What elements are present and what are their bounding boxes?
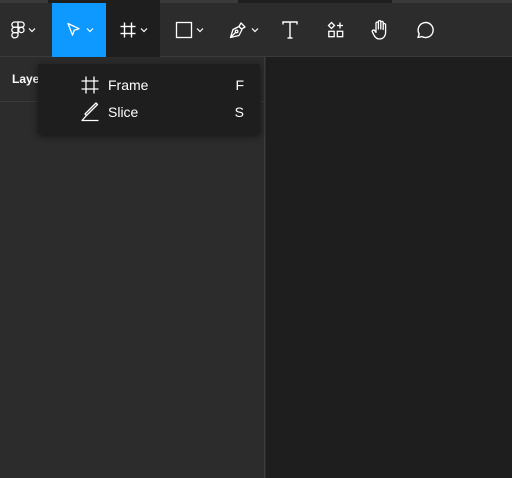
comment-bubble-icon bbox=[417, 21, 434, 39]
resources-icon bbox=[327, 21, 344, 38]
comment-tool-button[interactable] bbox=[404, 3, 446, 57]
pen-icon bbox=[229, 22, 246, 39]
main-menu-button[interactable] bbox=[0, 3, 46, 57]
menu-item-frame[interactable]: Frame F bbox=[38, 72, 260, 98]
frame-tool-button[interactable] bbox=[106, 3, 160, 57]
chevron-down-icon bbox=[28, 28, 35, 33]
menu-item-slice[interactable]: Slice S bbox=[38, 99, 260, 125]
menu-item-shortcut: S bbox=[234, 104, 244, 120]
resources-tool-button[interactable] bbox=[316, 3, 356, 57]
menu-item-label: Slice bbox=[108, 104, 139, 120]
chevron-down-icon bbox=[251, 28, 258, 33]
text-icon bbox=[282, 21, 298, 39]
hand-icon bbox=[371, 20, 387, 40]
menu-item-shortcut: F bbox=[235, 77, 244, 93]
rectangle-icon bbox=[175, 21, 192, 39]
slice-knife-icon bbox=[81, 102, 99, 122]
text-tool-button[interactable] bbox=[270, 3, 310, 57]
design-canvas[interactable] bbox=[266, 57, 512, 478]
app-window: Laye Frame F Slice S bbox=[0, 0, 512, 478]
move-arrow-icon bbox=[66, 22, 80, 36]
frame-hash-icon bbox=[120, 22, 135, 38]
frame-hash-icon bbox=[81, 76, 99, 94]
shape-tool-button[interactable] bbox=[166, 3, 212, 57]
menu-item-label: Frame bbox=[108, 77, 149, 93]
move-tool-button[interactable] bbox=[52, 3, 106, 57]
hand-tool-button[interactable] bbox=[360, 3, 400, 57]
chevron-down-icon bbox=[140, 28, 147, 33]
chevron-down-icon bbox=[86, 28, 93, 33]
pen-tool-button[interactable] bbox=[220, 3, 266, 57]
figma-logo-icon bbox=[10, 21, 25, 39]
toolbar bbox=[0, 3, 512, 57]
layers-tab[interactable]: Laye bbox=[12, 72, 39, 86]
frame-tool-dropdown-menu: Frame F Slice S bbox=[38, 64, 260, 134]
chevron-down-icon bbox=[196, 28, 203, 33]
